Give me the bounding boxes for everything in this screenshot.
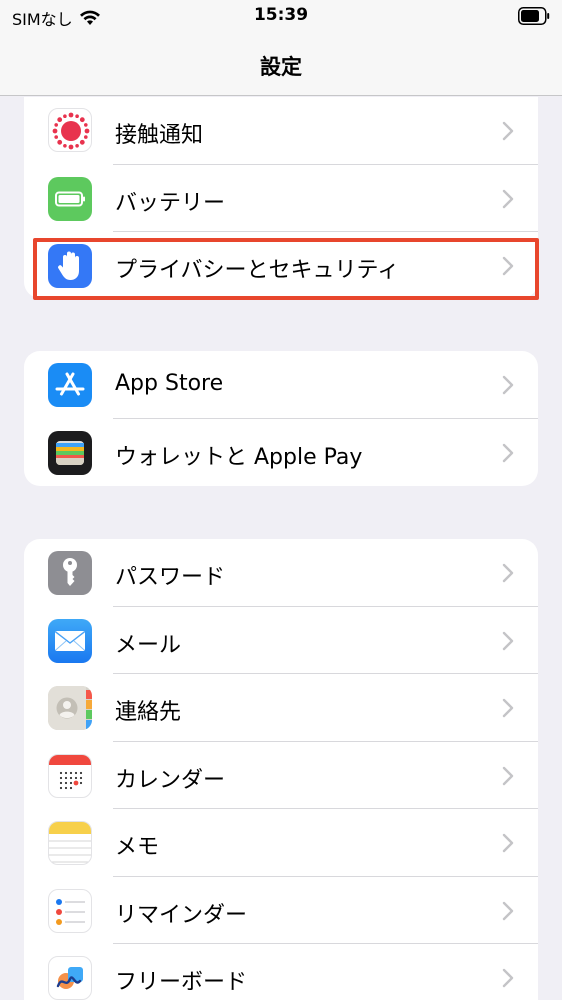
list-item-label: バッテリー <box>115 190 226 216</box>
exposure-notification-icon <box>48 108 92 152</box>
chevron-right-icon <box>502 901 514 920</box>
chevron-right-icon <box>502 631 514 650</box>
chevron-right-icon <box>502 766 514 785</box>
chevron-right-icon <box>502 443 514 462</box>
list-item-label: メモ <box>115 835 160 860</box>
chevron-right-icon <box>502 563 514 583</box>
list-item-passwords[interactable]: パスワード <box>24 539 538 607</box>
list-item-battery[interactable]: バッテリー <box>24 165 538 232</box>
list-item-wallet[interactable]: ウォレットと Apple Pay <box>24 419 538 487</box>
settings-group-3: パスワード メール 連絡先 カレンダー メモ リマインダー フリーボード <box>24 539 538 1000</box>
list-item-label: カレンダー <box>115 767 226 793</box>
mail-icon <box>48 618 92 663</box>
calendar-icon <box>48 753 92 798</box>
contacts-icon <box>48 686 92 730</box>
page-title: 設定 <box>260 55 302 79</box>
chevron-right-icon <box>502 698 514 718</box>
list-item-label: 連絡先 <box>115 700 182 725</box>
chevron-right-icon <box>502 833 514 853</box>
notes-icon <box>48 821 92 865</box>
list-item-notes[interactable]: メモ <box>24 809 538 877</box>
list-item-label: メール <box>115 632 182 658</box>
list-item-label: 接触通知 <box>115 123 204 148</box>
list-item-contacts[interactable]: 連絡先 <box>24 674 538 742</box>
list-item-calendar[interactable]: カレンダー <box>24 742 538 809</box>
list-item-label: フリーボード <box>115 970 248 995</box>
status-bar: SIMなし 15:39 <box>0 0 562 34</box>
status-time: 15:39 <box>253 5 309 25</box>
list-item-reminders[interactable]: リマインダー <box>24 877 538 944</box>
list-item-label: App Store <box>115 371 224 396</box>
battery-status-icon <box>518 7 550 25</box>
list-item-label: ウォレットと Apple Pay <box>115 444 363 470</box>
chevron-right-icon <box>502 375 514 395</box>
battery-icon <box>48 176 92 221</box>
list-item-mail[interactable]: メール <box>24 607 538 674</box>
wallet-icon <box>48 430 92 475</box>
list-item-exposure-notification[interactable]: 接触通知 <box>24 97 538 165</box>
list-item-app-store[interactable]: App Store <box>24 351 538 419</box>
settings-group-2: App Store ウォレットと Apple Pay <box>24 351 538 486</box>
freeform-icon <box>48 956 92 1000</box>
list-item-label: パスワード <box>115 565 226 590</box>
app-store-icon <box>48 363 92 407</box>
chevron-right-icon <box>502 189 514 208</box>
key-icon <box>48 551 92 595</box>
chevron-right-icon <box>502 121 514 141</box>
highlight-box <box>33 238 539 300</box>
chevron-right-icon <box>502 968 514 988</box>
list-item-label: リマインダー <box>115 902 248 928</box>
reminders-icon <box>48 888 92 933</box>
navigation-bar: 設定 <box>0 34 562 96</box>
list-item-freeform[interactable]: フリーボード <box>24 944 538 1000</box>
